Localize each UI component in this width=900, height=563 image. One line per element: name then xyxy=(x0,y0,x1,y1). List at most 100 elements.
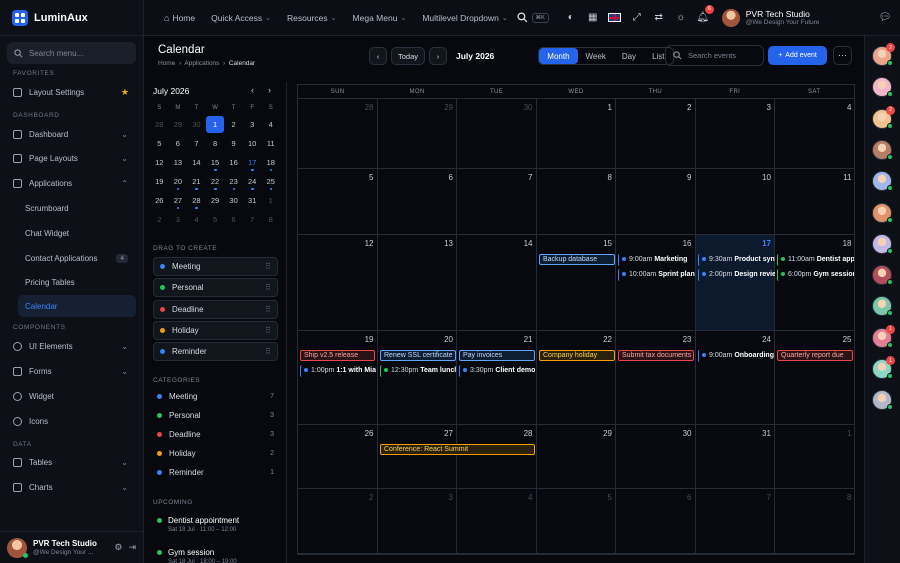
drag-item-personal[interactable]: Personal ⠿ xyxy=(153,278,278,298)
notifications-button[interactable]: 🔔︎ 6 xyxy=(692,0,714,36)
drag-handle-icon[interactable]: ⠿ xyxy=(265,347,271,356)
calendar-day[interactable]: 29 xyxy=(377,99,457,169)
drag-handle-icon[interactable]: ⠿ xyxy=(265,305,271,314)
sidebar-item-widget[interactable]: Widget xyxy=(0,384,143,409)
calendar-day[interactable]: 16 xyxy=(616,235,696,331)
mini-day[interactable]: 22 xyxy=(206,173,225,190)
prev-month-button[interactable]: ‹ xyxy=(369,47,387,65)
sidebar-item-ui-elements[interactable]: UI Elements ⌄ xyxy=(0,334,143,359)
sidebar-item-forms[interactable]: Forms ⌄ xyxy=(0,359,143,384)
global-search-button[interactable]: ⌘K xyxy=(516,0,550,36)
category-deadline[interactable]: Deadline 3 xyxy=(153,430,278,439)
timed-event[interactable]: 6:00pm Gym session xyxy=(777,269,854,281)
contact-avatar[interactable]: 2 xyxy=(872,105,895,129)
timed-event[interactable]: 11:00am Dentist appt xyxy=(777,254,854,266)
contact-avatar[interactable] xyxy=(872,233,893,254)
drag-handle-icon[interactable]: ⠿ xyxy=(265,283,271,292)
mini-day[interactable]: 24 xyxy=(243,173,262,190)
calendar-day[interactable]: 19 xyxy=(298,331,378,425)
mini-day[interactable]: 1 xyxy=(261,192,280,209)
calendar-day[interactable]: 11 xyxy=(775,169,855,235)
calendar-day[interactable]: 5 xyxy=(298,169,378,235)
user-menu[interactable]: PVR Tech Studio @We Design Your Future xyxy=(721,8,819,27)
calendar-day[interactable]: 14 xyxy=(457,235,537,331)
topnav-resources[interactable]: Resources ⌄ xyxy=(279,0,345,36)
mini-day[interactable]: 18 xyxy=(261,154,280,171)
mini-next-icon[interactable]: › xyxy=(268,85,271,95)
drag-item-reminder[interactable]: Reminder ⠿ xyxy=(153,342,278,362)
contact-avatar[interactable] xyxy=(872,77,893,98)
mini-day[interactable]: 1 xyxy=(205,116,225,133)
category-meeting[interactable]: Meeting 7 xyxy=(153,392,278,401)
gear-icon[interactable]: ⚙ xyxy=(114,542,122,553)
calendar-day[interactable]: 7 xyxy=(695,489,775,554)
sidebar-item-chat-widget[interactable]: Chat Widget xyxy=(0,221,143,246)
calendar-day[interactable]: 31 xyxy=(695,425,775,489)
mini-day[interactable]: 31 xyxy=(243,192,262,209)
mini-day[interactable]: 9 xyxy=(224,135,243,152)
mini-day[interactable]: 7 xyxy=(243,211,262,228)
mini-day[interactable]: 13 xyxy=(169,154,188,171)
contact-avatar[interactable] xyxy=(872,171,893,192)
calendar-day[interactable]: 1 xyxy=(536,99,616,169)
mini-day[interactable]: 10 xyxy=(243,135,262,152)
drag-item-holiday[interactable]: Holiday ⠿ xyxy=(153,320,278,340)
event-search-input[interactable]: Search events xyxy=(665,45,764,66)
mini-prev-icon[interactable]: ‹ xyxy=(251,85,254,95)
mini-day[interactable]: 21 xyxy=(187,173,206,190)
star-icon[interactable]: ★ xyxy=(121,87,129,98)
calendar-day[interactable]: 3 xyxy=(377,489,457,554)
calendar-day[interactable]: 4 xyxy=(457,489,537,554)
calendar-day[interactable]: 7 xyxy=(457,169,537,235)
calendar-day[interactable]: 8 xyxy=(775,489,855,554)
calendar-day[interactable]: 22 xyxy=(536,331,616,425)
event-bar[interactable]: Backup database xyxy=(539,254,615,265)
contact-avatar[interactable] xyxy=(872,265,893,286)
upcoming-event[interactable]: Dentist appointment Sat 18 Jul · 11:00 – … xyxy=(157,516,239,533)
view-month-button[interactable]: Month xyxy=(539,48,578,64)
calendar-day[interactable]: 17 xyxy=(695,235,775,331)
timed-event[interactable]: 9:00am Marketing xyxy=(618,254,695,266)
timed-event[interactable]: 2:00pm Design review xyxy=(698,269,775,281)
timed-event[interactable]: 12:30pm Team lunch xyxy=(380,365,456,377)
mini-day[interactable]: 27 xyxy=(169,192,188,209)
sidebar-item-pricing-tables[interactable]: Pricing Tables xyxy=(0,271,143,296)
mini-day[interactable]: 12 xyxy=(150,154,169,171)
mini-day[interactable]: 15 xyxy=(206,154,225,171)
category-personal[interactable]: Personal 3 xyxy=(153,411,278,420)
mini-day[interactable]: 16 xyxy=(224,154,243,171)
contact-avatar[interactable] xyxy=(872,139,893,160)
event-bar[interactable]: Ship v2.5 release xyxy=(300,350,375,361)
sidebar-item-page-layouts[interactable]: Page Layouts ⌄ xyxy=(0,147,143,172)
more-options-button[interactable]: ⋯ xyxy=(833,46,852,65)
timed-event[interactable]: 10:00am Sprint planning xyxy=(618,269,695,281)
breadcrumb-home[interactable]: Home xyxy=(158,60,175,67)
contact-avatar[interactable] xyxy=(872,296,893,317)
calendar-day[interactable]: 9 xyxy=(616,169,696,235)
timed-event[interactable]: 3:30pm Client demo xyxy=(459,365,535,377)
calendar-day[interactable]: 29 xyxy=(536,425,616,489)
next-month-button[interactable]: › xyxy=(429,47,447,65)
drag-handle-icon[interactable]: ⠿ xyxy=(265,326,271,335)
calendar-day[interactable]: 21 xyxy=(457,331,537,425)
calendar-day[interactable]: 26 xyxy=(298,425,378,489)
sidebar-item-icons[interactable]: Icons xyxy=(0,409,143,434)
event-bar[interactable]: Submit tax documents xyxy=(618,350,694,361)
mini-day[interactable]: 2 xyxy=(150,211,169,228)
mini-day[interactable]: 20 xyxy=(169,173,188,190)
mini-day[interactable]: 3 xyxy=(169,211,188,228)
mini-day[interactable]: 4 xyxy=(187,211,206,228)
contact-avatar[interactable] xyxy=(872,390,893,411)
event-bar[interactable]: Company holiday xyxy=(539,350,615,361)
logout-icon[interactable]: ⇥ xyxy=(128,542,136,553)
upcoming-event[interactable]: Gym session Sat 18 Jul · 18:00 – 19:00 xyxy=(157,548,237,563)
calendar-day[interactable]: 10 xyxy=(695,169,775,235)
mini-day[interactable]: 30 xyxy=(224,192,243,209)
calendar-day[interactable]: 24 xyxy=(695,331,775,425)
mini-day[interactable]: 5 xyxy=(206,211,225,228)
calendar-day[interactable]: 15 xyxy=(536,235,616,331)
calendar-day[interactable]: 30 xyxy=(457,99,537,169)
sidebar-item-scrumboard[interactable]: Scrumboard xyxy=(0,196,143,221)
sidebar-item-charts[interactable]: Charts ⌄ xyxy=(0,475,143,500)
drag-handle-icon[interactable]: ⠿ xyxy=(265,262,271,271)
